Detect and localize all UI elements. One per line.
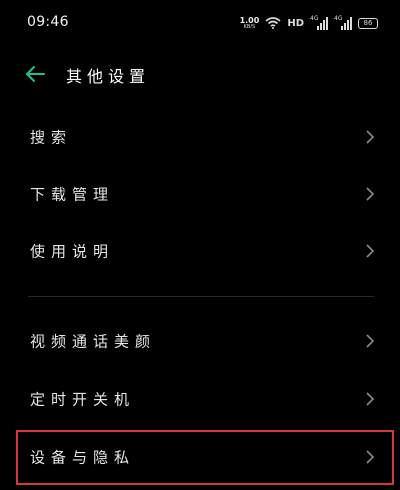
chevron-right-icon <box>366 392 375 406</box>
network-speed-unit: KB/S <box>243 23 256 30</box>
wifi-icon <box>265 17 281 29</box>
hd-label: HD <box>287 17 304 29</box>
chevron-right-icon <box>366 130 375 144</box>
battery-level: 86 <box>363 19 373 27</box>
chevron-right-icon <box>366 450 375 464</box>
menu-item-label: 搜索 <box>30 128 73 147</box>
signal-icon: 4G <box>334 15 352 30</box>
menu-item-instructions[interactable]: 使用说明 <box>0 224 400 278</box>
network-speed: 1.00 KB/S <box>240 16 260 30</box>
menu-item-video-call-beauty[interactable]: 视频通话美颜 <box>0 314 400 368</box>
back-arrow-icon[interactable] <box>24 63 46 85</box>
status-icons: 1.00 KB/S HD 4G 4G 86 <box>240 13 378 33</box>
menu-item-scheduled-power[interactable]: 定时开关机 <box>0 372 400 426</box>
chevron-right-icon <box>366 187 375 201</box>
menu-item-label: 下载管理 <box>30 185 115 204</box>
menu-item-label: 设备与隐私 <box>30 448 136 467</box>
signal-icon: 4G <box>310 15 328 30</box>
menu-item-label: 使用说明 <box>30 242 115 261</box>
page-header: 其他设置 <box>0 48 400 100</box>
menu-item-label: 视频通话美颜 <box>30 332 157 351</box>
chevron-right-icon <box>366 244 375 258</box>
menu-item-search[interactable]: 搜索 <box>0 110 400 164</box>
menu-item-label: 定时开关机 <box>30 390 136 409</box>
battery-icon: 86 <box>358 17 378 29</box>
chevron-right-icon <box>366 334 375 348</box>
menu-item-download-management[interactable]: 下载管理 <box>0 167 400 221</box>
status-bar: 09:46 1.00 KB/S HD 4G 4G 86 <box>0 0 400 48</box>
menu-item-device-privacy[interactable]: 设备与隐私 <box>0 430 400 484</box>
page-title: 其他设置 <box>66 67 151 86</box>
section-divider <box>28 296 374 297</box>
status-time: 09:46 <box>27 14 69 30</box>
